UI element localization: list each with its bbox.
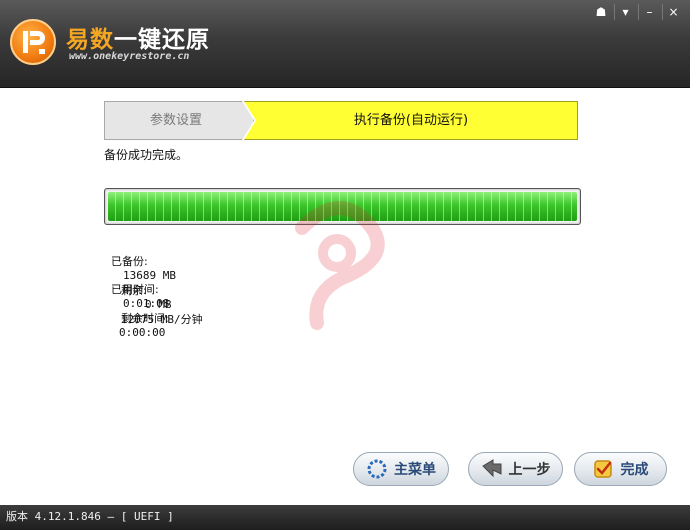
window-controls: ☗ ▾ – × <box>590 4 684 20</box>
elapsed-time-value: 0:01:08 <box>123 297 170 310</box>
checkmark-icon <box>593 460 612 478</box>
app-url: www.onekeyrestore.cn <box>69 51 190 62</box>
app-title-accent: 易数 <box>66 27 114 53</box>
back-arrow-icon <box>481 459 501 478</box>
finish-label: 完成 <box>620 462 649 478</box>
main-menu-label: 主菜单 <box>394 462 436 478</box>
status-message: 备份成功完成。 <box>104 148 189 162</box>
time-stats-row: 已用时间: 0:01:08 剩余时间: 0:00:00 <box>104 268 169 339</box>
skin-icon[interactable]: ☗ <box>590 4 612 20</box>
finish-button[interactable]: 完成 <box>574 452 667 486</box>
watermark-icon <box>295 201 385 330</box>
app-logo-icon <box>10 19 56 65</box>
time-left-value: 0:00:00 <box>119 326 166 339</box>
app-title-rest: 一键还原 <box>114 27 210 53</box>
menu-dropdown-icon[interactable]: ▾ <box>614 4 636 20</box>
main-menu-button[interactable]: 主菜单 <box>353 452 449 486</box>
main-menu-icon <box>367 459 387 479</box>
app-title: 易数一键还原 <box>66 20 210 54</box>
back-label: 上一步 <box>508 462 551 478</box>
close-icon[interactable]: × <box>662 4 684 20</box>
back-button[interactable]: 上一步 <box>468 452 563 486</box>
title-bar: 易数一键还原 www.onekeyrestore.cn ☗ ▾ – × <box>0 0 690 88</box>
elapsed-time-label: 已用时间: <box>111 283 159 296</box>
minimize-icon[interactable]: – <box>638 4 660 20</box>
time-left-label: 剩余时间: <box>121 312 169 325</box>
backed-up-label: 已备份: <box>111 255 148 268</box>
wizard-steps: 参数设置 执行备份(自动运行) <box>104 101 578 140</box>
step-run-backup: 执行备份(自动运行) <box>244 101 578 140</box>
version-footer: 版本 4.12.1.846 — [ UEFI ] <box>0 505 690 530</box>
step-parameter-settings: 参数设置 <box>104 101 254 140</box>
